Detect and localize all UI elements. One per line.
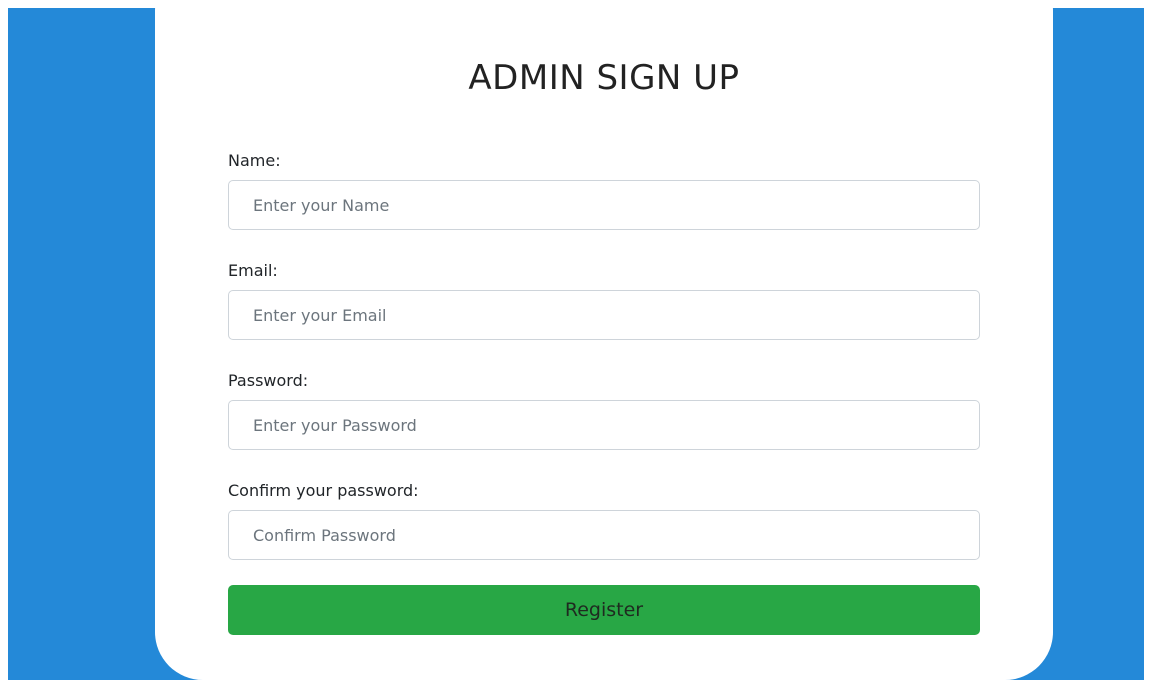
confirm-password-label: Confirm your password: [228,481,419,500]
page-title: ADMIN SIGN UP [468,58,740,98]
page-background: ADMIN SIGN UP Name: Email: Password: Con… [8,8,1144,680]
password-input[interactable] [228,400,980,450]
name-input[interactable] [228,180,980,230]
signup-card: ADMIN SIGN UP Name: Email: Password: Con… [155,8,1053,680]
password-label: Password: [228,371,309,390]
register-button[interactable]: Register [228,585,980,635]
confirm-password-input[interactable] [228,510,980,560]
email-input[interactable] [228,290,980,340]
name-label: Name: [228,151,281,170]
email-label: Email: [228,261,278,280]
